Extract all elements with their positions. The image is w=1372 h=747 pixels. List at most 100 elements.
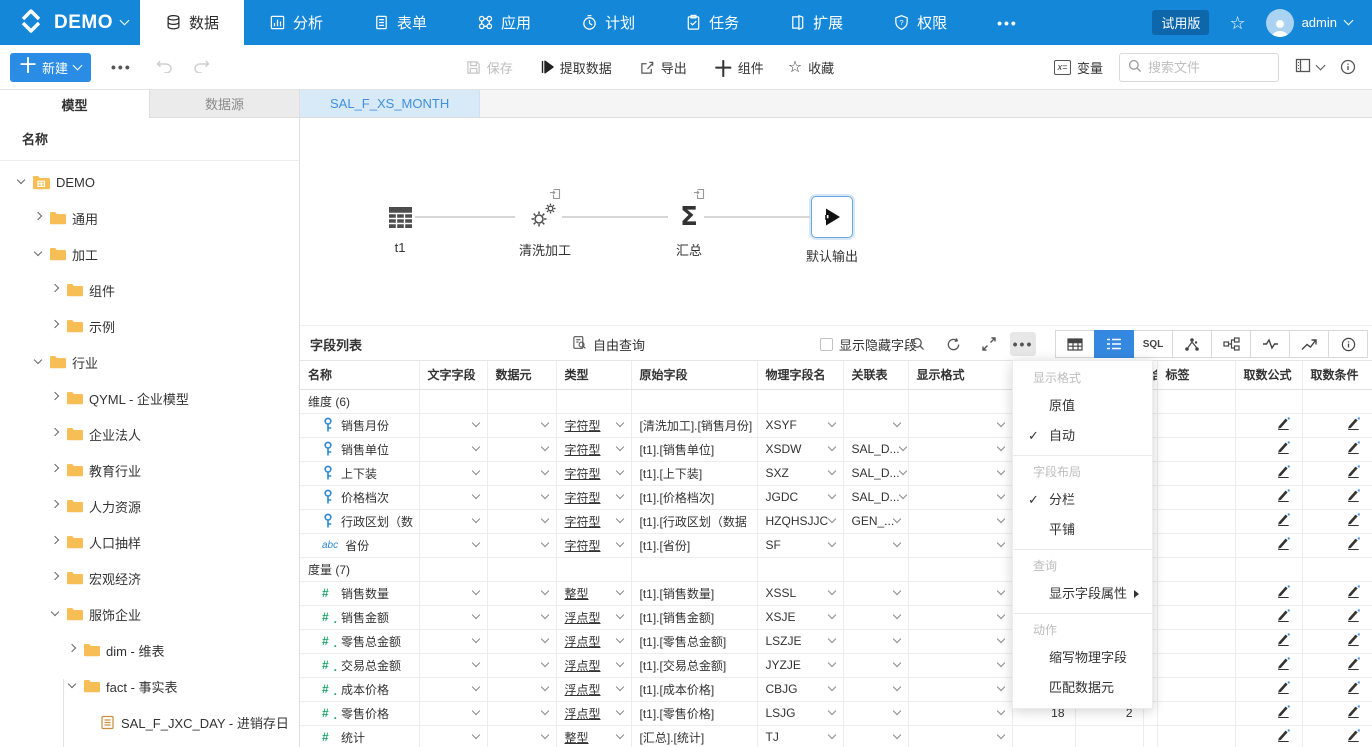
dropdown-cell[interactable] <box>908 413 1012 437</box>
chevron-down-icon[interactable] <box>540 443 548 451</box>
search-input[interactable] <box>1148 60 1258 75</box>
tab-sal-f-xs-month[interactable]: SAL_F_XS_MONTH <box>300 90 480 117</box>
dropdown-cell[interactable] <box>487 581 556 605</box>
field-name-cell[interactable]: 销售月份 <box>300 413 419 437</box>
edit-pencil-icon[interactable] <box>1302 509 1372 533</box>
chevron-down-icon[interactable] <box>892 731 900 739</box>
edit-pencil-icon[interactable] <box>1235 485 1302 509</box>
chevron-down-icon[interactable] <box>892 659 900 667</box>
dropdown-cell[interactable]: TJ <box>757 725 843 747</box>
edit-pencil-icon[interactable] <box>1235 461 1302 485</box>
workspace-switcher[interactable]: DEMO <box>0 6 140 39</box>
dropdown-cell[interactable]: SF <box>757 533 843 557</box>
sidebar-tab-数据源[interactable]: 数据源 <box>149 90 299 118</box>
save-button[interactable]: 保存 <box>466 58 513 77</box>
field-search-icon[interactable] <box>911 326 925 362</box>
dropdown-cell[interactable]: HZQHSJJC <box>757 509 843 533</box>
tree-item-QYML - 企业模型[interactable]: QYML - 企业模型 <box>0 380 299 416</box>
dropdown-cell[interactable] <box>487 653 556 677</box>
dropdown-cell[interactable] <box>487 677 556 701</box>
dropdown-cell[interactable]: 浮点型 <box>556 677 631 701</box>
dropdown-cell[interactable]: SXZ <box>757 461 843 485</box>
field-row-零售总金额[interactable]: #.零售总金额浮点型[t1].[零售总金额]LSZJE <box>300 629 1372 653</box>
chevron-down-icon[interactable] <box>540 539 548 547</box>
nav-item-任务[interactable]: 任务 <box>660 0 764 45</box>
add-component-button[interactable]: 十 组件 <box>715 55 764 80</box>
chevron-down-icon[interactable] <box>827 611 835 619</box>
flow-node-清洗加工[interactable]: 清洗加工 <box>505 202 585 259</box>
dropdown-cell[interactable]: SAL_D... <box>843 461 908 485</box>
chevron-down-icon[interactable] <box>471 659 479 667</box>
chevron-down-icon[interactable] <box>827 443 835 451</box>
dropdown-cell[interactable]: JGDC <box>757 485 843 509</box>
dropdown-cell[interactable]: SAL_D... <box>843 485 908 509</box>
flow-node-汇总[interactable]: Σ汇总 <box>649 202 729 259</box>
chevron-down-icon[interactable] <box>615 683 623 691</box>
dropdown-cell[interactable] <box>908 725 1012 747</box>
chevron-down-icon[interactable] <box>615 515 623 523</box>
dropdown-cell[interactable] <box>419 461 487 485</box>
dropdown-cell[interactable]: 整型 <box>556 581 631 605</box>
edit-pencil-icon[interactable] <box>1235 725 1302 747</box>
dropdown-cell[interactable] <box>908 629 1012 653</box>
tree-item-组件[interactable]: 组件 <box>0 272 299 308</box>
dropdown-cell[interactable] <box>419 629 487 653</box>
chevron-down-icon[interactable] <box>471 635 479 643</box>
field-name-cell[interactable]: 上下装 <box>300 461 419 485</box>
dropdown-cell[interactable] <box>843 413 908 437</box>
tree-item-dim - 维表[interactable]: dim - 维表 <box>0 632 299 668</box>
chevron-down-icon[interactable] <box>827 707 835 715</box>
chevron-right-icon[interactable] <box>49 433 61 435</box>
file-search-box[interactable] <box>1119 53 1279 82</box>
chevron-right-icon[interactable] <box>66 649 78 651</box>
dropdown-cell[interactable]: 整型 <box>556 725 631 747</box>
edit-pencil-icon[interactable] <box>1235 437 1302 461</box>
menu-item-匹配数据元[interactable]: 匹配数据元 <box>1013 673 1152 703</box>
dropdown-cell[interactable] <box>487 605 556 629</box>
dropdown-cell[interactable] <box>419 653 487 677</box>
edit-pencil-icon[interactable] <box>1302 629 1372 653</box>
chevron-down-icon[interactable] <box>471 467 479 475</box>
nav-item-计划[interactable]: 计划 <box>556 0 660 45</box>
chevron-down-icon[interactable] <box>540 515 548 523</box>
chevron-down-icon[interactable] <box>996 683 1004 691</box>
relation-view-button[interactable] <box>1211 330 1251 358</box>
chevron-down-icon[interactable] <box>471 515 479 523</box>
dropdown-cell[interactable] <box>843 701 908 725</box>
chevron-down-icon[interactable] <box>996 443 1004 451</box>
nav-item-数据[interactable]: 数据 <box>140 0 244 45</box>
flow-node-默认输出[interactable]: 默认输出 <box>792 196 872 265</box>
chevron-right-icon[interactable] <box>49 289 61 291</box>
chevron-down-icon[interactable] <box>827 659 835 667</box>
refresh-icon[interactable] <box>946 326 961 362</box>
edit-pencil-icon[interactable] <box>1302 701 1372 725</box>
field-name-cell[interactable]: 行政区划（数 <box>300 509 419 533</box>
chevron-down-icon[interactable] <box>892 539 900 547</box>
chevron-down-icon[interactable] <box>471 707 479 715</box>
dropdown-cell[interactable] <box>487 509 556 533</box>
dropdown-cell[interactable] <box>419 437 487 461</box>
chevron-down-icon[interactable] <box>898 467 906 475</box>
dropdown-cell[interactable] <box>908 605 1012 629</box>
flow-node-t1[interactable]: t1 <box>360 202 440 255</box>
chevron-down-icon[interactable] <box>996 611 1004 619</box>
chevron-down-icon[interactable] <box>827 515 835 523</box>
dropdown-cell[interactable] <box>843 629 908 653</box>
edit-pencil-icon[interactable] <box>1302 581 1372 605</box>
chevron-down-icon[interactable] <box>540 419 548 427</box>
dropdown-cell[interactable]: 字符型 <box>556 461 631 485</box>
edit-pencil-icon[interactable] <box>1302 413 1372 437</box>
field-row-交易总金额[interactable]: #.交易总金额浮点型[t1].[交易总金额]JYZJE <box>300 653 1372 677</box>
chevron-down-icon[interactable] <box>615 587 623 595</box>
chevron-down-icon[interactable] <box>471 587 479 595</box>
chevron-down-icon[interactable] <box>15 181 27 183</box>
panel-layout-button[interactable] <box>1295 58 1324 76</box>
field-row-零售价格[interactable]: #.零售价格浮点型[t1].[零售价格]LSJG182 <box>300 701 1372 725</box>
chevron-down-icon[interactable] <box>540 683 548 691</box>
chevron-down-icon[interactable] <box>540 731 548 739</box>
field-row-省份[interactable]: abc省份字符型[t1].[省份]SF <box>300 533 1372 557</box>
field-name-cell[interactable]: #.零售价格 <box>300 701 419 725</box>
tree-item-人口抽样[interactable]: 人口抽样 <box>0 524 299 560</box>
dropdown-cell[interactable] <box>419 533 487 557</box>
nav-item-扩展[interactable]: 扩展 <box>764 0 868 45</box>
